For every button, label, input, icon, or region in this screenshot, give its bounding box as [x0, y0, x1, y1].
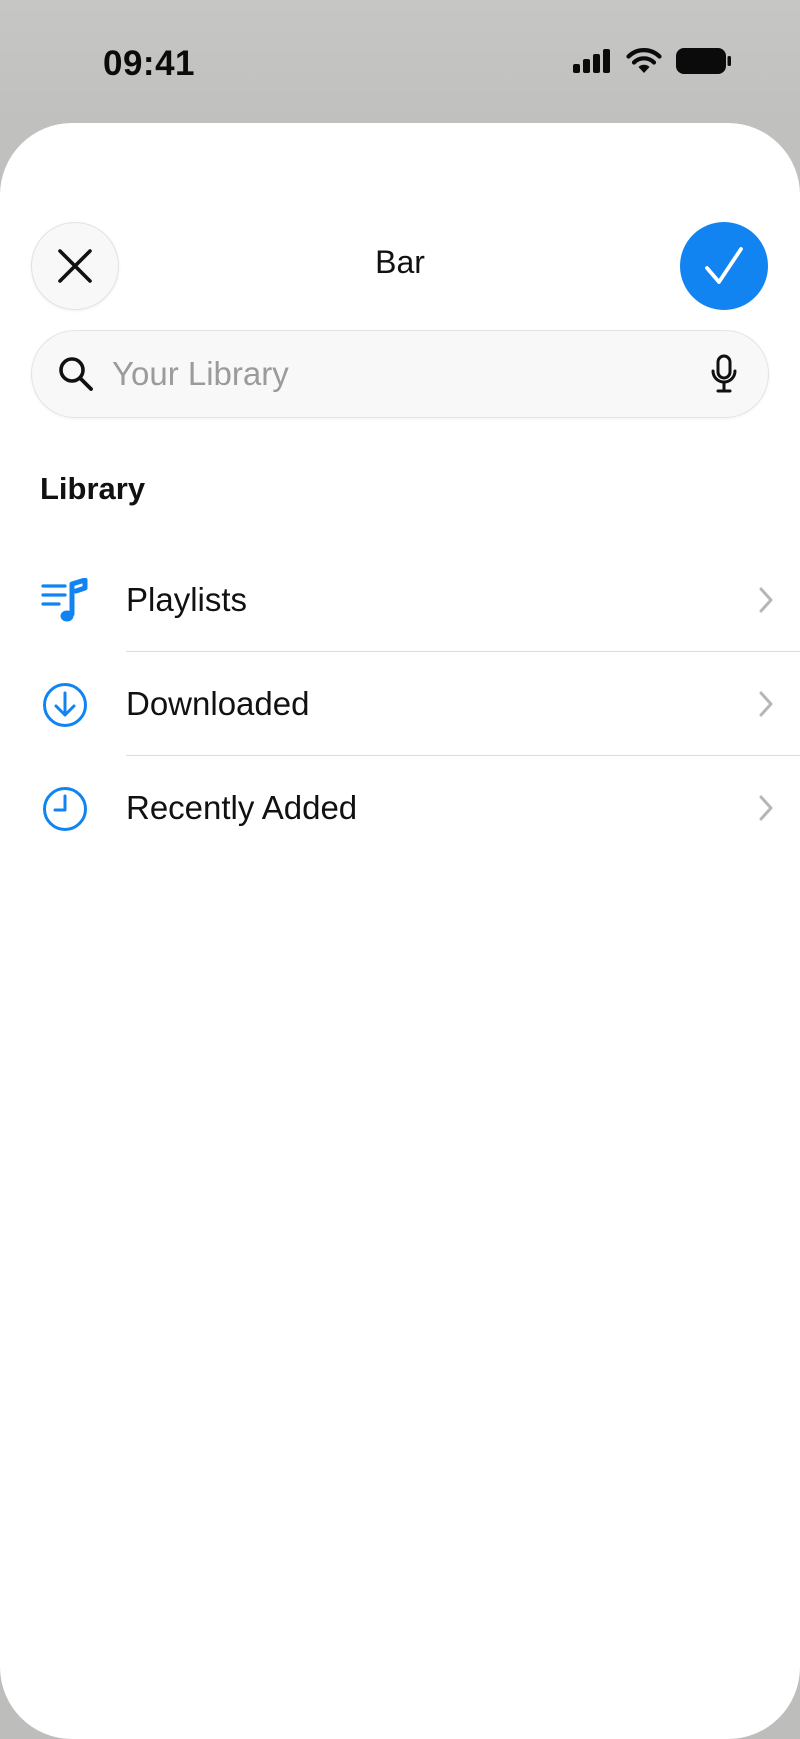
battery-icon [676, 48, 731, 74]
microphone-icon[interactable] [710, 354, 738, 394]
library-list: Playlists Downloaded Recently Added [0, 548, 800, 860]
status-time: 09:41 [103, 44, 196, 83]
download-icon [43, 683, 87, 727]
list-item-playlists[interactable]: Playlists [0, 548, 800, 652]
chevron-right-icon [759, 795, 773, 821]
status-bar: 09:41 [0, 0, 800, 122]
playlists-icon [41, 578, 88, 622]
chevron-right-icon [759, 691, 773, 717]
search-bar[interactable] [31, 330, 769, 418]
cellular-signal-icon [573, 49, 610, 73]
wifi-icon [626, 48, 662, 73]
library-sheet: Bar Library Playlis [0, 123, 800, 1739]
search-icon [59, 357, 93, 391]
chevron-right-icon [759, 587, 773, 613]
list-item-recently-added[interactable]: Recently Added [0, 756, 800, 860]
list-item-label: Playlists [126, 581, 248, 618]
checkmark-icon [705, 247, 743, 284]
list-item-downloaded[interactable]: Downloaded [0, 652, 800, 756]
status-icons [572, 48, 732, 74]
section-title-library: Library [40, 471, 146, 506]
list-item-label: Downloaded [126, 685, 310, 722]
search-input[interactable] [112, 331, 692, 416]
done-button[interactable] [680, 222, 768, 310]
list-item-label: Recently Added [126, 789, 358, 826]
clock-icon [43, 787, 87, 831]
